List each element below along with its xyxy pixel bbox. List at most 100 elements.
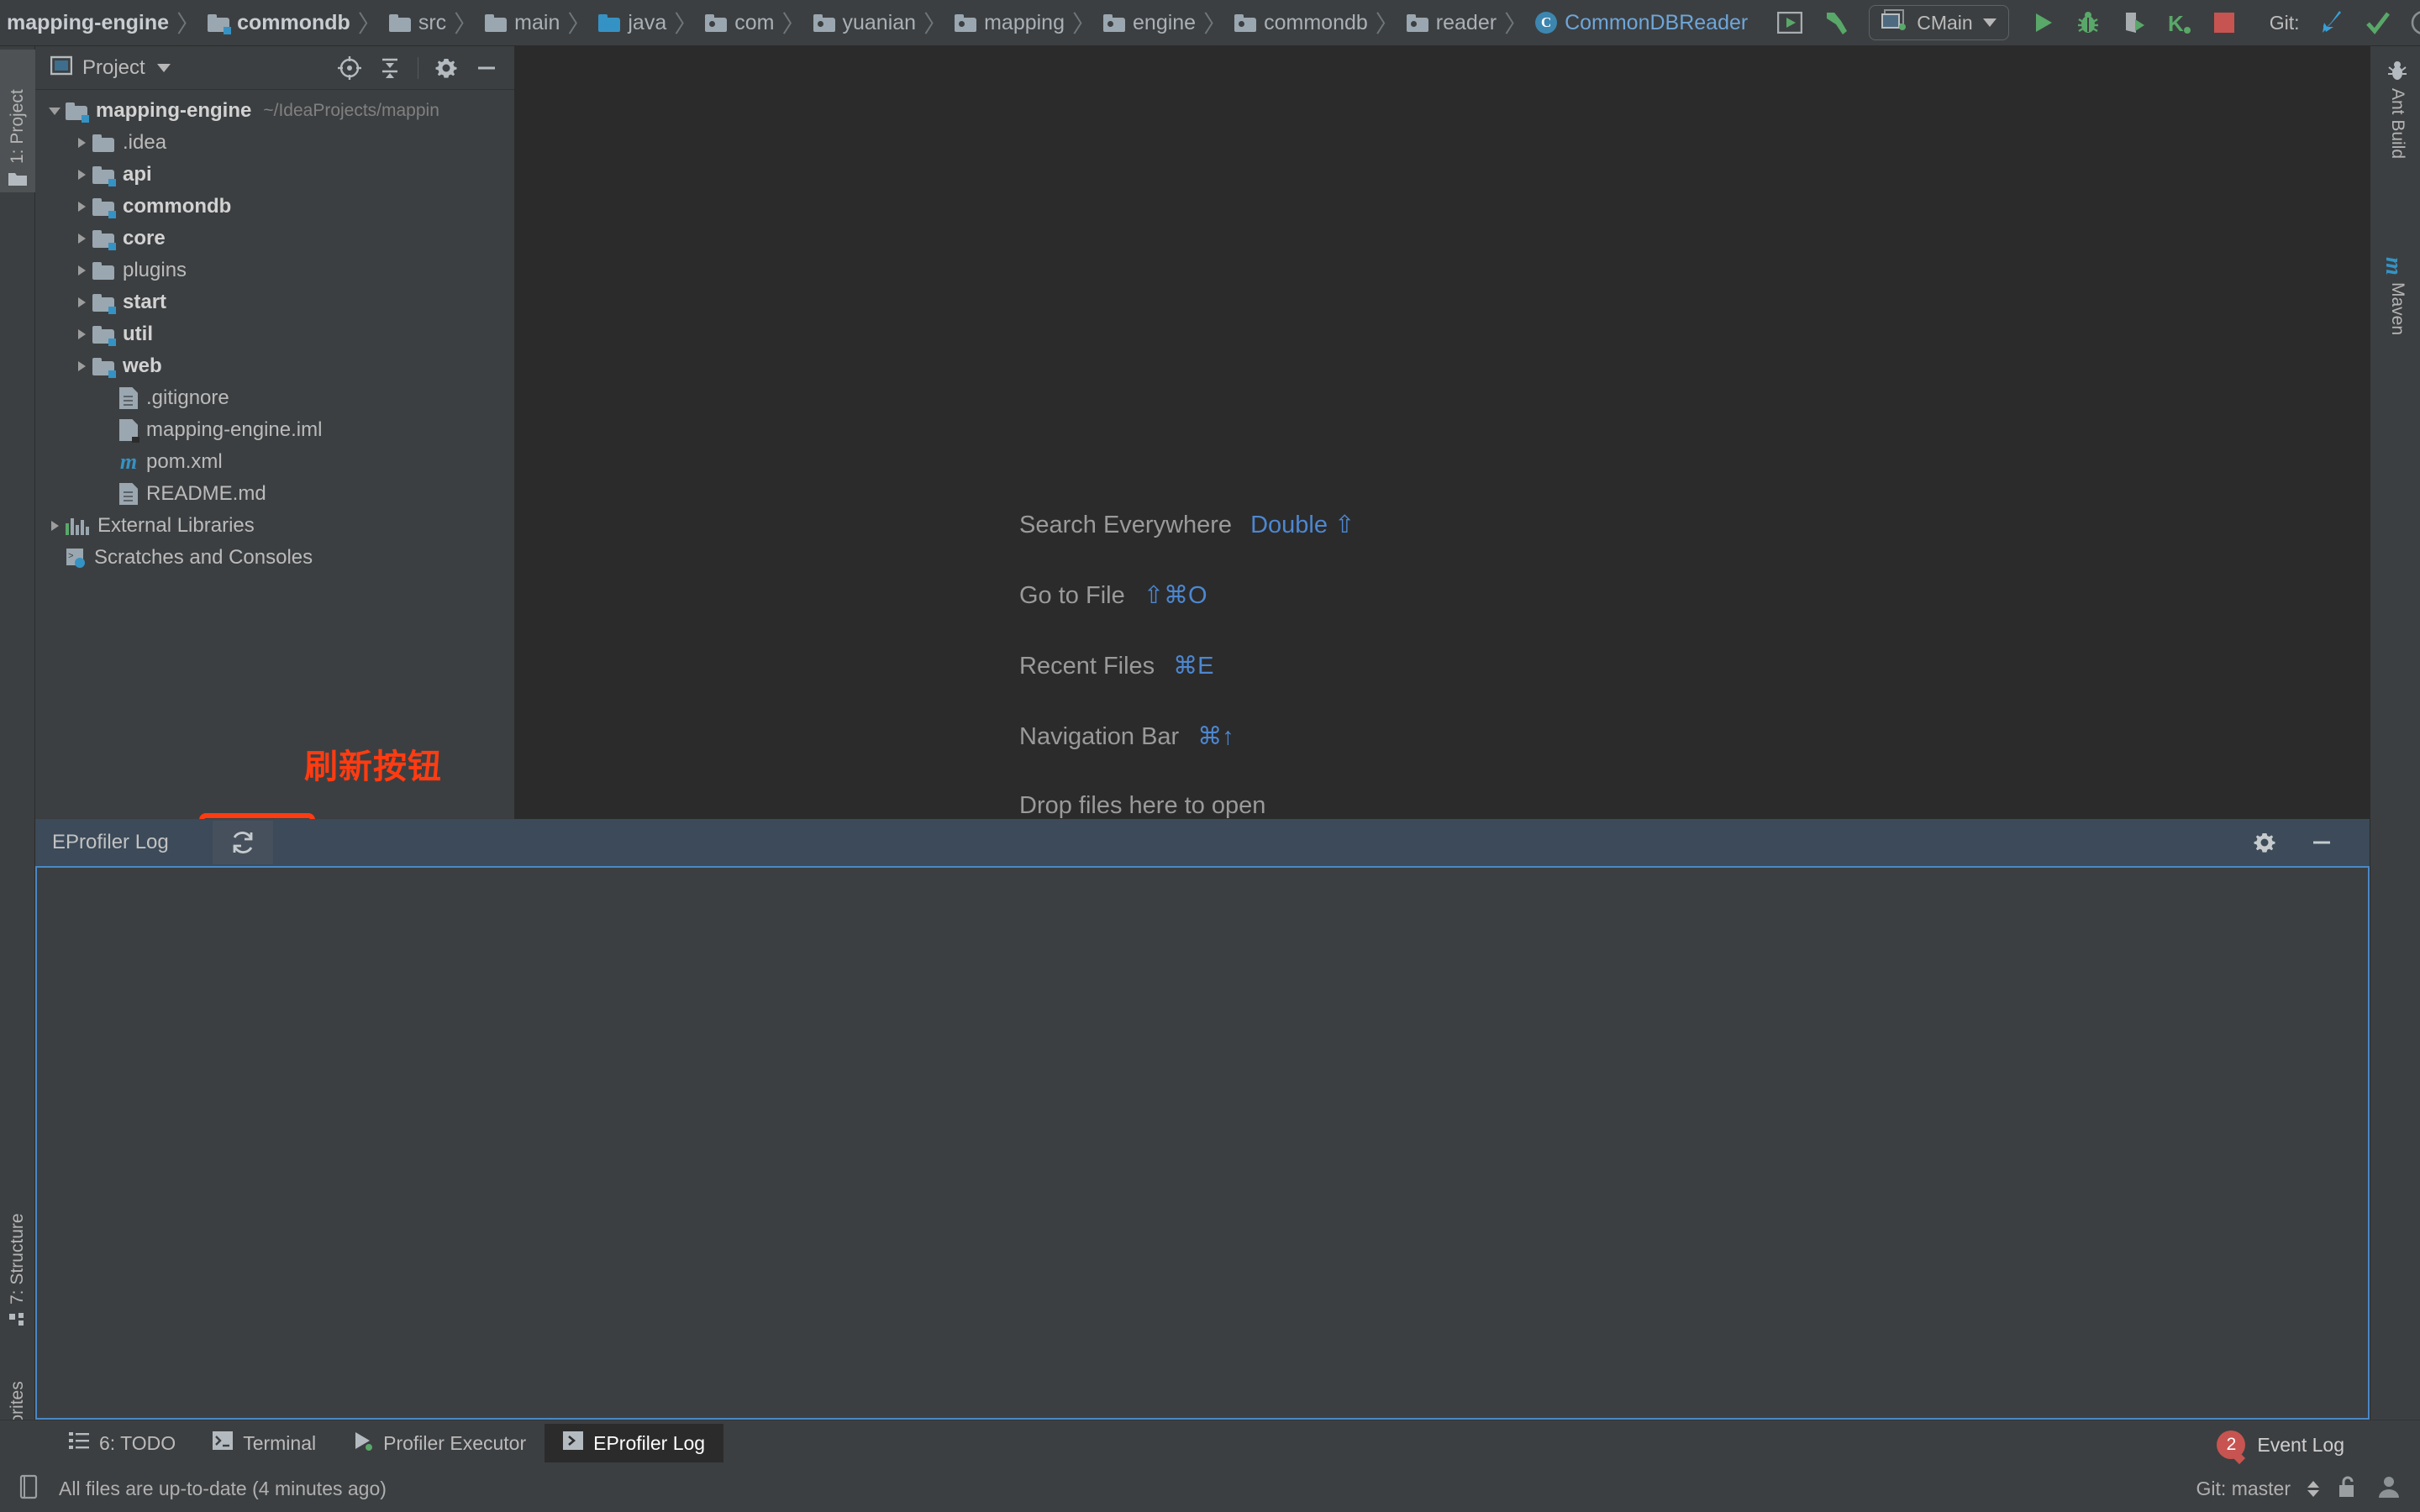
- breadcrumb-item-reader[interactable]: reader: [1400, 6, 1503, 39]
- breadcrumb-label: CommonDBReader: [1565, 11, 1748, 35]
- module-folder-icon: [66, 102, 87, 120]
- editor-empty-area[interactable]: Search EverywhereDouble ⇧Go to File⇧⌘ORe…: [515, 46, 2370, 819]
- tree-item-web[interactable]: web: [35, 350, 514, 382]
- tree-item-plugins[interactable]: plugins: [35, 255, 514, 286]
- chevron-down-icon[interactable]: [1983, 18, 1996, 27]
- tree-item-commondb[interactable]: commondb: [35, 191, 514, 223]
- tree-item--idea[interactable]: .idea: [35, 127, 514, 159]
- console-icon: [563, 1431, 583, 1455]
- event-log-button[interactable]: 2 Event Log: [2217, 1431, 2344, 1459]
- expand-arrow-icon[interactable]: [71, 234, 92, 244]
- breadcrumb-item-src[interactable]: src: [382, 6, 453, 39]
- tree-item-api[interactable]: api: [35, 159, 514, 191]
- editor-hint-label: Search Everywhere: [1019, 512, 1232, 539]
- project-folder-icon: [8, 171, 28, 187]
- bottom-tab-6-todo[interactable]: 6: TODO: [50, 1424, 194, 1462]
- module-folder-icon: [92, 294, 114, 312]
- tree-item-scratches-and-consoles[interactable]: >Scratches and Consoles: [35, 542, 514, 574]
- expand-arrow-icon[interactable]: [71, 329, 92, 339]
- tree-item-readme-md[interactable]: README.md: [35, 478, 514, 510]
- editor-hint-list: Search EverywhereDouble ⇧Go to File⇧⌘ORe…: [1019, 510, 1355, 820]
- breadcrumb-item-com[interactable]: com: [698, 6, 781, 39]
- git-commit-icon[interactable]: [2361, 6, 2395, 39]
- tree-item-pom-xml[interactable]: mpom.xml: [35, 446, 514, 478]
- tree-item-start[interactable]: start: [35, 286, 514, 318]
- tree-item-mapping-engine[interactable]: mapping-engine~/IdeaProjects/mappin: [35, 95, 514, 127]
- settings-gear-icon[interactable]: [429, 50, 464, 86]
- project-panel-actions: [332, 50, 504, 86]
- git-branch-widget[interactable]: Git: master: [2196, 1478, 2291, 1500]
- breadcrumb-separator: 〉: [781, 6, 806, 39]
- hide-minimize-icon[interactable]: [2304, 825, 2339, 860]
- build-hammer-icon[interactable]: [1820, 6, 1854, 39]
- breadcrumb-item-commondb[interactable]: commondb: [201, 6, 357, 39]
- expand-arrow-icon[interactable]: [44, 108, 66, 115]
- settings-gear-icon[interactable]: [2247, 825, 2282, 860]
- breadcrumb-item-engine[interactable]: engine: [1097, 6, 1202, 39]
- breadcrumb-item-yuanian[interactable]: yuanian: [807, 6, 923, 39]
- module-folder-icon: [92, 358, 114, 375]
- collapse-all-icon[interactable]: [372, 50, 408, 86]
- status-message-text: All files are up-to-date (4 minutes ago): [59, 1478, 387, 1500]
- breadcrumb-item-commondb[interactable]: commondb: [1228, 6, 1375, 39]
- bottom-tab-eprofiler-log[interactable]: EProfiler Log: [544, 1424, 723, 1462]
- tree-item-mapping-engine-iml[interactable]: mapping-engine.iml: [35, 414, 514, 446]
- file-icon: [119, 483, 138, 505]
- expand-arrow-icon[interactable]: [71, 138, 92, 148]
- debug-icon[interactable]: [2071, 6, 2105, 39]
- project-file-tree[interactable]: mapping-engine~/IdeaProjects/mappin.idea…: [35, 90, 514, 819]
- user-profile-icon[interactable]: [2376, 1474, 2402, 1504]
- kotlin-icon[interactable]: K: [2162, 6, 2196, 39]
- stop-icon[interactable]: [2207, 6, 2241, 39]
- breadcrumb[interactable]: mapping-engine〉commondb〉src〉main〉java〉co…: [0, 0, 1754, 46]
- expand-arrow-icon[interactable]: [71, 202, 92, 212]
- folder-icon: [92, 262, 114, 280]
- breadcrumb-separator: 〉: [453, 6, 478, 39]
- tree-item-util[interactable]: util: [35, 318, 514, 350]
- sidebar-item-ant-build[interactable]: Ant Build: [2379, 55, 2416, 239]
- sidebar-item-maven[interactable]: m Maven: [2379, 252, 2416, 395]
- git-update-icon[interactable]: [2316, 6, 2349, 39]
- refresh-icon[interactable]: [213, 821, 273, 864]
- lock-open-icon[interactable]: [2336, 1474, 2360, 1504]
- breadcrumb-item-mapping-engine[interactable]: mapping-engine: [0, 6, 176, 39]
- run-configuration-selector[interactable]: CMain: [1869, 5, 2008, 40]
- run-icon[interactable]: [2026, 6, 2060, 39]
- scratches-icon: >: [66, 548, 86, 568]
- breadcrumb-label: commondb: [1264, 11, 1368, 35]
- breadcrumb-label: yuanian: [843, 11, 917, 35]
- bottom-tab-terminal[interactable]: Terminal: [194, 1424, 334, 1462]
- left-tool-window-stripe: 1: Project 7: Structure 2: Favorites: [0, 46, 35, 1420]
- locate-target-icon[interactable]: [332, 50, 367, 86]
- chevron-down-icon[interactable]: [157, 64, 171, 72]
- expand-arrow-icon[interactable]: [71, 361, 92, 371]
- breadcrumb-item-mapping[interactable]: mapping: [948, 6, 1071, 39]
- breadcrumb-item-java[interactable]: java: [592, 6, 673, 39]
- tree-item-core[interactable]: core: [35, 223, 514, 255]
- bottom-tab-profiler-executor[interactable]: Profiler Executor: [334, 1424, 544, 1462]
- hide-minimize-icon[interactable]: [469, 50, 504, 86]
- project-tool-window: Project mapping-engine~/IdeaProjects/map…: [35, 46, 515, 819]
- chevron-updown-icon[interactable]: [2307, 1481, 2319, 1497]
- expand-arrow-icon[interactable]: [71, 170, 92, 180]
- editor-hint-shortcut: ⇧⌘O: [1144, 580, 1207, 610]
- run-with-coverage-icon[interactable]: [2117, 6, 2150, 39]
- navigation-toolbar: mapping-engine〉commondb〉src〉main〉java〉co…: [0, 0, 2420, 46]
- sidebar-item-structure[interactable]: 7: Structure: [0, 1165, 35, 1333]
- tree-item-label: mapping-engine.iml: [146, 418, 322, 442]
- tree-item-external-libraries[interactable]: External Libraries: [35, 510, 514, 542]
- run-preview-icon[interactable]: [1773, 6, 1807, 39]
- git-history-icon[interactable]: [2407, 6, 2420, 39]
- folder-package-icon: [705, 14, 727, 32]
- expand-arrow-icon[interactable]: [71, 265, 92, 276]
- memory-icon[interactable]: [18, 1474, 40, 1504]
- expand-arrow-icon[interactable]: [71, 297, 92, 307]
- breadcrumb-item-commondbreader[interactable]: CCommonDBReader: [1528, 6, 1754, 39]
- sidebar-item-project[interactable]: 1: Project: [0, 50, 35, 192]
- eprofiler-log-content[interactable]: [35, 866, 2370, 1420]
- expand-arrow-icon[interactable]: [44, 521, 66, 531]
- breadcrumb-item-main[interactable]: main: [478, 6, 566, 39]
- breadcrumb-label: java: [628, 11, 666, 35]
- breadcrumb-separator: 〉: [1503, 6, 1528, 39]
- tree-item--gitignore[interactable]: .gitignore: [35, 382, 514, 414]
